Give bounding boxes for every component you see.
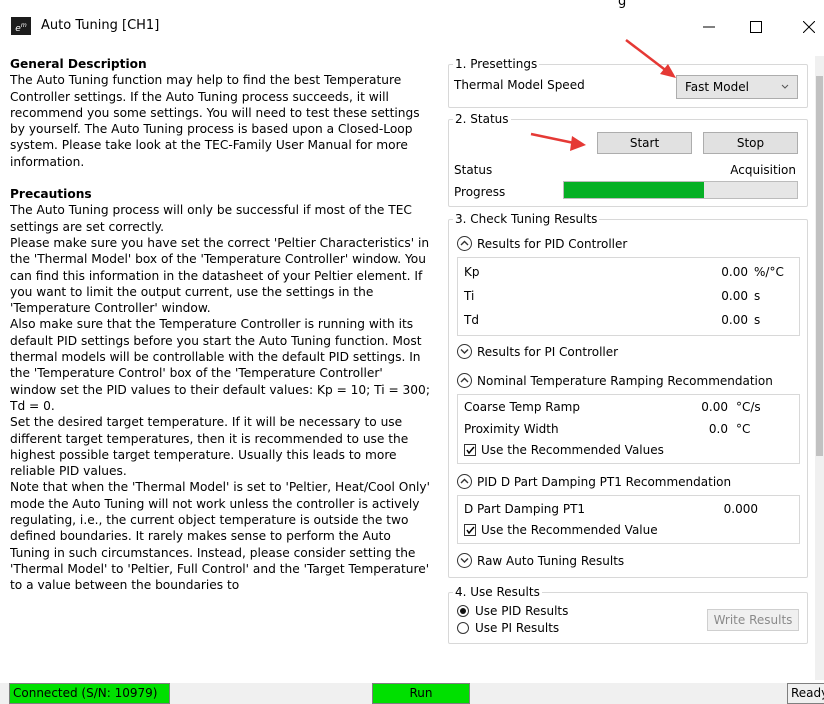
chevron-up-icon [460, 377, 469, 383]
ramp-header: Nominal Temperature Ramping Recommendati… [477, 374, 773, 388]
pid-results-box: Kp 0.00 %/°C Ti 0.00 s Td 0.00 s [457, 257, 800, 336]
chevron-up-icon [460, 240, 469, 246]
raw-results-header: Raw Auto Tuning Results [477, 554, 625, 568]
use-recommended-value-label: Use the Recommended Value [481, 523, 658, 537]
use-pid-results-radio[interactable] [457, 605, 469, 617]
maximize-button[interactable] [742, 14, 770, 40]
coarse-temp-ramp-unit: °C/s [736, 400, 761, 414]
chevron-up-icon [460, 478, 469, 484]
damping-header: PID D Part Damping PT1 Recommendation [477, 475, 732, 489]
ti-value: 0.00 [721, 289, 748, 303]
td-unit: s [754, 313, 761, 327]
ti-unit: s [754, 289, 761, 303]
status-group: 2. Status Start Stop Status Acquisition … [448, 111, 808, 207]
pi-results-header: Results for PI Controller [477, 345, 619, 359]
expand-pi-results-button[interactable] [457, 344, 472, 359]
ready-status: Ready [787, 683, 824, 704]
expand-raw-results-button[interactable] [457, 553, 472, 568]
coarse-temp-ramp-label: Coarse Temp Ramp [464, 400, 580, 414]
window-title: Auto Tuning [CH1] [41, 18, 160, 33]
red-arrow-icon [530, 132, 586, 151]
chevron-down-icon [460, 349, 469, 354]
connection-status: Connected (S/N: 10979) [9, 683, 170, 704]
precaution-paragraph: Set the desired target temperature. If i… [10, 415, 409, 479]
coarse-temp-ramp-value: 0.00 [701, 400, 728, 414]
proximity-width-unit: °C [736, 422, 751, 436]
chevron-down-icon [781, 84, 789, 89]
kp-value: 0.00 [721, 265, 748, 279]
title-bar: em Auto Tuning [CH1] [0, 10, 824, 46]
status-value: Acquisition [730, 163, 796, 177]
use-recommended-value-checkbox[interactable] [464, 524, 476, 536]
progress-fill [564, 182, 704, 198]
progress-label: Progress [454, 185, 506, 199]
app-logo-icon: em [11, 17, 31, 35]
stop-button[interactable]: Stop [703, 132, 798, 154]
ti-label: Ti [464, 289, 475, 303]
damping-box: D Part Damping PT1 0.000 Use the Recomme… [457, 495, 800, 544]
close-icon [802, 20, 816, 34]
kp-unit: %/°C [754, 265, 784, 279]
precautions-title: Precautions [10, 187, 92, 202]
kp-label: Kp [464, 265, 480, 279]
status-legend: 2. Status [453, 111, 511, 127]
general-description-title: General Description [10, 57, 147, 71]
thermal-model-speed-label: Thermal Model Speed [454, 78, 585, 92]
red-arrow-icon [625, 39, 676, 78]
radio-selected-dot [460, 608, 466, 614]
checkmark-icon [466, 526, 475, 535]
scrollbar[interactable] [815, 56, 824, 680]
precaution-paragraph: Please make sure you have set the correc… [10, 235, 430, 316]
status-bar: Connected (S/N: 10979) Run Ready [0, 683, 824, 704]
minimize-button[interactable] [695, 14, 723, 40]
checkmark-icon [466, 446, 475, 455]
maximize-icon [750, 21, 762, 33]
precaution-paragraph: Also make sure that the Temperature Cont… [10, 317, 430, 413]
ramp-box: Coarse Temp Ramp 0.00 °C/s Proximity Wid… [457, 394, 800, 464]
thermal-model-speed-select[interactable]: Fast Model [676, 75, 798, 99]
use-pi-results-radio[interactable] [457, 622, 469, 634]
use-pi-results-label: Use PI Results [475, 621, 560, 635]
use-results-legend: 4. Use Results [453, 584, 542, 600]
minimize-icon [703, 26, 715, 28]
td-label: Td [464, 313, 479, 327]
proximity-width-label: Proximity Width [464, 422, 559, 436]
pid-results-header: Results for PID Controller [477, 237, 628, 251]
collapse-pid-results-button[interactable] [457, 236, 472, 251]
d-part-damping-value: 0.000 [723, 502, 758, 516]
d-part-damping-label: D Part Damping PT1 [464, 502, 586, 516]
description-panel: General Description The Auto Tuning func… [10, 56, 430, 680]
chevron-down-icon [460, 558, 469, 563]
write-results-button[interactable]: Write Results [707, 609, 799, 631]
top-edge-text: g [618, 0, 627, 9]
close-button[interactable] [795, 14, 823, 40]
use-recommended-values-checkbox[interactable] [464, 444, 476, 456]
proximity-width-value: 0.0 [708, 422, 728, 436]
use-results-group: 4. Use Results Use PID Results Use PI Re… [448, 584, 808, 644]
use-recommended-values-label: Use the Recommended Values [481, 443, 664, 457]
precaution-paragraph: Note that when the 'Thermal Model' is se… [10, 480, 430, 593]
collapse-damping-button[interactable] [457, 474, 472, 489]
td-value: 0.00 [721, 313, 748, 327]
start-button[interactable]: Start [597, 132, 692, 154]
check-tuning-results-group: 3. Check Tuning Results Results for PID … [448, 211, 808, 578]
precaution-paragraph: The Auto Tuning process will only be suc… [10, 203, 412, 234]
check-tuning-results-legend: 3. Check Tuning Results [453, 211, 600, 227]
progress-bar [563, 181, 798, 199]
scrollbar-thumb[interactable] [816, 76, 823, 456]
presettings-legend: 1. Presettings [453, 56, 540, 72]
use-pid-results-label: Use PID Results [475, 604, 569, 618]
run-status: Run [372, 683, 470, 704]
collapse-ramp-button[interactable] [457, 373, 472, 388]
general-description-text: The Auto Tuning function may help to fin… [10, 73, 420, 169]
status-label: Status [454, 163, 493, 177]
